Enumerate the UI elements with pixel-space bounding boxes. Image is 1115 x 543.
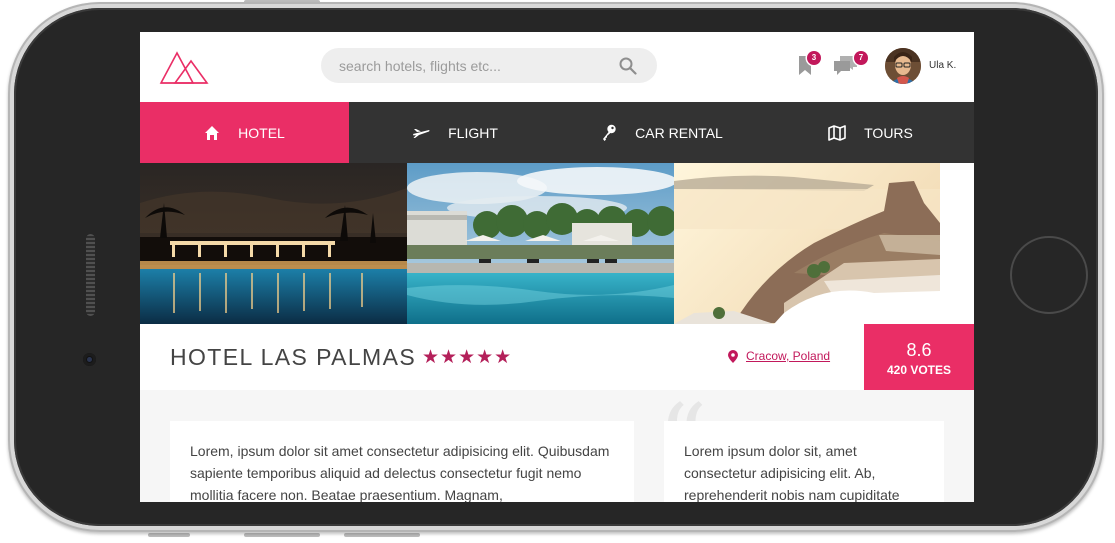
description-text: Lorem, ipsum dolor sit amet consectetur … <box>190 443 610 502</box>
user-name[interactable]: Ula K. <box>929 60 956 71</box>
map-icon <box>828 124 846 141</box>
app-screen: 3 7 Ula K. <box>140 32 974 502</box>
header: 3 7 Ula K. <box>140 32 974 102</box>
review-text: Lorem ipsum dolor sit, amet consectetur … <box>684 443 900 502</box>
tab-hotel-label: HOTEL <box>238 124 285 141</box>
hotel-title: HOTEL LAS PALMAS <box>170 344 417 370</box>
tab-flight[interactable]: FLIGHT <box>349 102 557 163</box>
hotel-info-bar: HOTEL LAS PALMAS ★★★★★ Cracow, Poland 8.… <box>140 324 974 390</box>
photo-gallery <box>140 163 974 324</box>
rating-box: 8.6 420 VOTES <box>864 324 974 390</box>
gallery-photo[interactable] <box>674 163 940 324</box>
review-card: Lorem ipsum dolor sit, amet consectetur … <box>664 421 944 502</box>
key-icon <box>603 124 616 141</box>
search-icon[interactable] <box>619 57 637 80</box>
tab-car-rental-label: CAR RENTAL <box>635 124 723 141</box>
phone-side-button <box>244 533 320 537</box>
main-nav: HOTEL FLIGHT CAR RENTAL TOURS <box>140 102 974 163</box>
star-rating: ★★★★★ <box>422 347 513 368</box>
tab-car-rental[interactable]: CAR RENTAL <box>557 102 767 163</box>
airplane-icon <box>413 128 430 138</box>
search-bar <box>321 48 657 83</box>
phone-side-button <box>344 533 420 537</box>
tab-tours-label: TOURS <box>864 124 913 141</box>
phone-speaker <box>86 234 95 316</box>
description-card: Lorem, ipsum dolor sit amet consectetur … <box>170 421 634 502</box>
logo-icon[interactable] <box>159 49 211 90</box>
location: Cracow, Poland <box>728 349 830 363</box>
rating-votes: 420 VOTES <box>886 363 952 377</box>
phone-camera <box>83 353 96 366</box>
messages-badge: 7 <box>854 51 868 65</box>
rating-score: 8.6 <box>906 340 932 360</box>
home-button[interactable] <box>1010 236 1088 314</box>
location-link[interactable]: Cracow, Poland <box>746 349 830 363</box>
gallery-photo[interactable] <box>140 163 407 324</box>
home-icon <box>205 125 220 140</box>
gallery-photo[interactable] <box>407 163 674 324</box>
bookmarks-badge: 3 <box>807 51 821 65</box>
search-input[interactable] <box>339 48 609 83</box>
tab-flight-label: FLIGHT <box>448 124 498 141</box>
phone-side-button <box>148 533 190 537</box>
gallery-spacer <box>940 163 974 324</box>
tab-hotel[interactable]: HOTEL <box>140 102 349 163</box>
avatar[interactable] <box>885 48 921 84</box>
tab-tours[interactable]: TOURS <box>767 102 974 163</box>
map-pin-icon <box>728 349 738 363</box>
